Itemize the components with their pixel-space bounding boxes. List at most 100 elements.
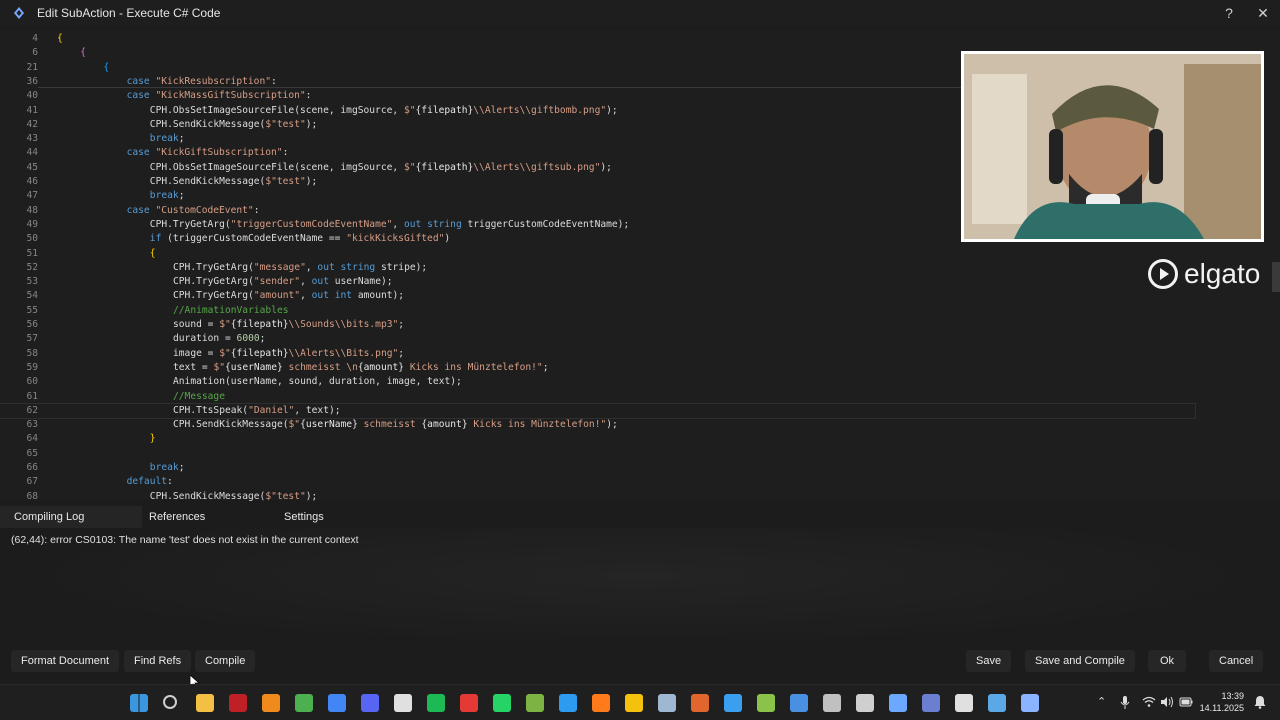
notepad-icon[interactable]	[988, 694, 1006, 712]
code-line[interactable]: 60 Animation(userName, sound, duration, i…	[0, 375, 1195, 389]
git-icon[interactable]	[460, 694, 478, 712]
audio-icon[interactable]	[1021, 694, 1039, 712]
line-number: 48	[26, 204, 38, 216]
app-circle-icon[interactable]	[955, 694, 973, 712]
code-line[interactable]: 68 CPH.SendKickMessage($"test");	[0, 490, 1195, 504]
tray-chevron-up-icon[interactable]: ⌃	[1097, 695, 1106, 708]
code-line[interactable]: 61 //Message	[0, 390, 1195, 404]
code-text: CPH.SendKickMessage($"test");	[149, 118, 318, 130]
discord-icon[interactable]	[361, 694, 379, 712]
code-line[interactable]: 64}	[0, 432, 1195, 446]
format-document-button[interactable]: Format Document	[11, 650, 120, 672]
code-text: CPH.TryGetArg("triggerCustomCodeEventNam…	[149, 218, 630, 230]
code-line[interactable]: 56 sound = $"{filepath}\\Sounds\\bits.mp3…	[0, 318, 1195, 332]
spotify-icon[interactable]	[427, 694, 445, 712]
system-clock[interactable]: 13:39 14.11.2025	[1200, 690, 1244, 714]
line-number: 54	[26, 290, 38, 302]
code-line[interactable]: 55 //AnimationVariables	[0, 304, 1195, 318]
webcam-feed	[964, 54, 1261, 239]
vlc-icon[interactable]	[262, 694, 280, 712]
code-text: CPH.SendKickMessage($"test");	[149, 176, 318, 187]
ok-button[interactable]: Ok	[1148, 650, 1186, 672]
battery-icon[interactable]	[1179, 696, 1193, 708]
obs-icon[interactable]	[856, 694, 874, 712]
whatsapp-icon[interactable]	[493, 694, 511, 712]
epic-games-icon[interactable]	[394, 694, 412, 712]
compile-button[interactable]: Compile	[195, 650, 256, 672]
code-text: sound = $"{filepath}\\Sounds\\bits.mp3";	[173, 319, 405, 330]
windows-start-icon[interactable]	[130, 694, 148, 712]
line-number: 52	[26, 261, 38, 273]
app-p-icon[interactable]	[625, 694, 643, 712]
app-dark-icon[interactable]	[922, 694, 940, 712]
search-icon[interactable]	[163, 695, 177, 709]
streamerbot-icon[interactable]	[889, 694, 907, 712]
window-title: Edit SubAction - Execute C# Code	[37, 6, 221, 20]
tab-settings[interactable]: Settings	[270, 506, 410, 528]
cube-icon[interactable]	[757, 694, 775, 712]
code-line[interactable]: 52 CPH.TryGetArg("message", out string st…	[0, 261, 1195, 275]
cancel-button[interactable]: Cancel	[1209, 650, 1264, 672]
panel-tabs: Compiling Log References Settings	[0, 506, 1280, 528]
steam-icon[interactable]	[658, 694, 676, 712]
line-number: 57	[26, 333, 38, 345]
chrome-icon[interactable]	[295, 694, 313, 712]
help-button[interactable]: ?	[1212, 0, 1246, 26]
code-text: {	[80, 47, 86, 59]
code-line[interactable]: 66 break;	[0, 461, 1195, 475]
tab-compiling-log[interactable]: Compiling Log	[0, 506, 142, 528]
code-text: CPH.ObsSetImageSourceFile(scene, imgSour…	[149, 104, 618, 116]
volume-icon[interactable]	[1160, 696, 1174, 708]
code-text: {	[149, 247, 156, 259]
code-text: CPH.SendKickMessage($"test");	[149, 490, 318, 502]
clock-time: 13:39	[1221, 691, 1244, 701]
output-panel	[0, 528, 1280, 648]
line-number: 61	[26, 390, 38, 402]
chrome-profile-icon[interactable]	[328, 694, 346, 712]
line-number: 58	[26, 347, 38, 359]
close-button[interactable]: ✕	[1246, 0, 1280, 26]
find-refs-button[interactable]: Find Refs	[124, 650, 192, 672]
notepad-plus-icon[interactable]	[526, 694, 544, 712]
line-number: 55	[26, 304, 38, 316]
code-text: break;	[149, 462, 185, 473]
file-explorer-icon[interactable]	[196, 694, 214, 712]
line-number: 51	[26, 247, 38, 259]
app-round-icon[interactable]	[790, 694, 808, 712]
app-blue-icon[interactable]	[724, 694, 742, 712]
code-line[interactable]: 57 duration = 6000;	[0, 332, 1195, 346]
code-line[interactable]: 51 {	[0, 247, 1195, 261]
wifi-icon[interactable]	[1142, 696, 1156, 708]
streamdeck-icon[interactable]	[823, 694, 841, 712]
tab-references[interactable]: References	[135, 506, 275, 528]
code-line[interactable]: 54 CPH.TryGetArg("amount", out int amount…	[0, 289, 1195, 303]
code-text: {	[57, 33, 63, 44]
code-text: case "KickResubscription":	[126, 75, 277, 87]
code-line[interactable]: 67 default:	[0, 475, 1195, 489]
app-a-icon[interactable]	[592, 694, 610, 712]
clock-date: 14.11.2025	[1199, 703, 1244, 713]
code-line[interactable]: 53 CPH.TryGetArg("sender", out userName);	[0, 275, 1195, 289]
line-number: 44	[26, 147, 38, 159]
code-line[interactable]: 62 CPH.TtsSpeak("Daniel", text);	[0, 402, 1196, 420]
code-line[interactable]: 63 CPH.SendKickMessage($"{userName} schme…	[0, 418, 1195, 432]
code-line[interactable]: 4{	[0, 32, 1195, 46]
app-x-icon[interactable]	[691, 694, 709, 712]
filezilla-icon[interactable]	[229, 694, 247, 712]
code-line[interactable]: 58 image = $"{filepath}\\Alerts\\Bits.png…	[0, 347, 1195, 361]
code-line[interactable]: 59 text = $"{userName} schmeisst \n{amoun…	[0, 361, 1195, 375]
notification-bell-icon[interactable]	[1254, 695, 1266, 709]
line-number: 67	[26, 476, 38, 488]
code-line[interactable]: 65	[0, 447, 1195, 461]
microphone-icon[interactable]	[1120, 696, 1130, 710]
code-text: break;	[149, 190, 185, 202]
save-button[interactable]: Save	[966, 650, 1012, 672]
vscode-icon[interactable]	[559, 694, 577, 712]
save-and-compile-button[interactable]: Save and Compile	[1025, 650, 1135, 672]
editor-scrollbar[interactable]	[1272, 262, 1280, 292]
title-bar: Edit SubAction - Execute C# Code ? ✕	[0, 0, 1280, 26]
windows-taskbar: ⌃ 13:39 14.11.2025	[0, 684, 1280, 720]
code-text: text = $"{userName} schmeisst \n{amount}…	[173, 361, 549, 373]
streamerbot-logo-icon	[14, 7, 24, 19]
code-text: CPH.TryGetArg("sender", out userName);	[173, 276, 393, 288]
